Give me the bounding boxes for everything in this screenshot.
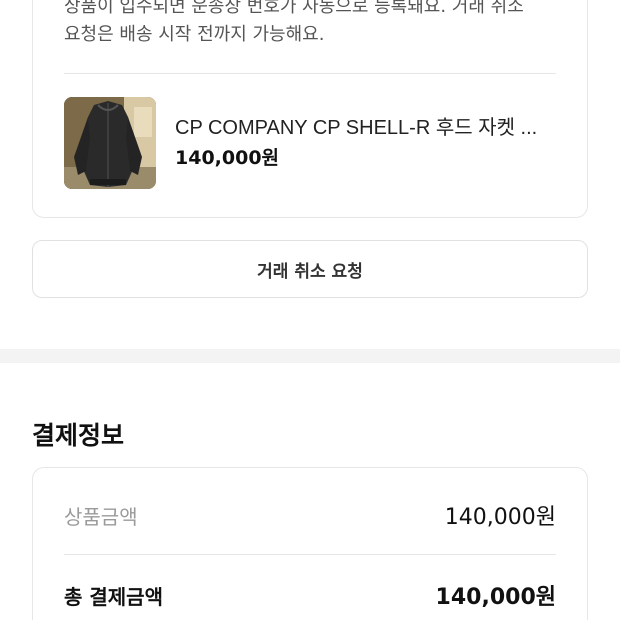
shipping-notice: 상품이 입수되면 운송장 번호가 자동으로 등록돼요. 거래 취소 요청은 배송…: [64, 0, 564, 49]
product-amount-label: 상품금액: [64, 504, 138, 529]
total-amount-row: 총 결제금액 140,000원: [64, 580, 556, 611]
product-amount-row: 상품금액 140,000원: [64, 500, 556, 531]
cancel-trade-button[interactable]: 거래 취소 요청: [32, 240, 588, 298]
total-amount-label: 총 결제금액: [64, 584, 163, 609]
notice-line: 요청은 배송 시작 전까지 가능해요.: [64, 24, 325, 45]
payment-info-card: 상품금액 140,000원 총 결제금액 140,000원: [32, 467, 588, 620]
order-card: 상품이 입수되면 운송장 번호가 자동으로 등록돼요. 거래 취소 요청은 배송…: [32, 0, 588, 218]
divider: [64, 73, 556, 74]
total-amount-value: 140,000원: [435, 585, 556, 610]
product-price: 140,000원: [175, 147, 280, 169]
order-detail-screen: 상품이 입수되면 운송장 번호가 자동으로 등록돼요. 거래 취소 요청은 배송…: [0, 0, 620, 620]
product-amount-value: 140,000원: [444, 505, 556, 530]
payment-info-title: 결제정보: [32, 421, 125, 450]
divider: [64, 554, 556, 555]
product-name: CP COMPANY CP SHELL-R 후드 자켓 ...: [175, 117, 538, 139]
notice-line: 상품이 입수되면 운송장 번호가 자동으로 등록돼요. 거래 취소: [64, 0, 524, 17]
jacket-thumbnail-image: [64, 97, 156, 189]
product-summary[interactable]: CP COMPANY CP SHELL-R 후드 자켓 ... 140,000원: [64, 97, 564, 189]
section-divider: [0, 349, 620, 363]
